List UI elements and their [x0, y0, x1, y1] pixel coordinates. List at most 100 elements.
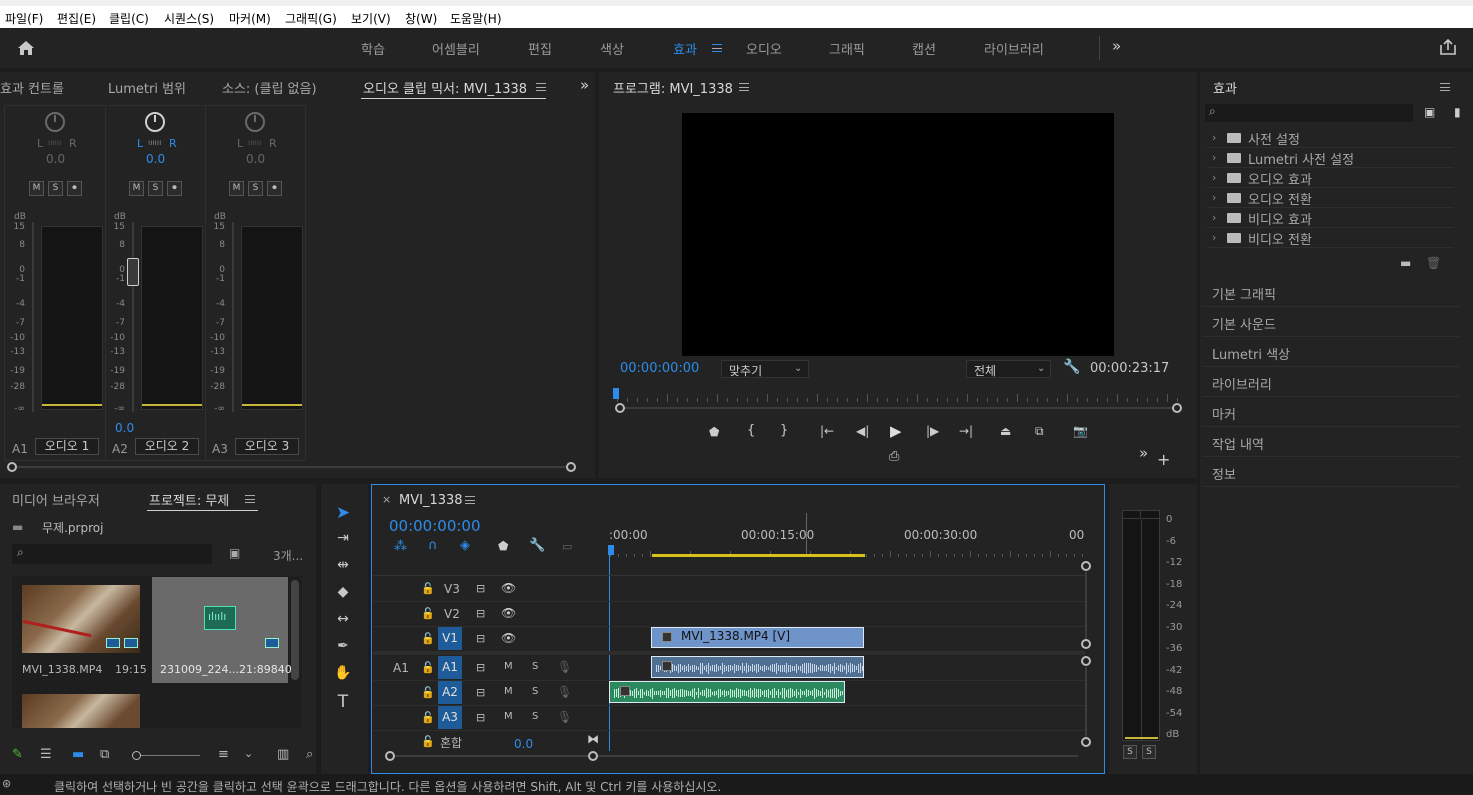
solo-button[interactable]: S: [48, 181, 63, 196]
menu-window[interactable]: 창(W): [405, 10, 437, 27]
workspace-learning[interactable]: 학습: [361, 39, 385, 58]
tab-project[interactable]: 프로젝트: 무제: [149, 490, 229, 509]
workspace-color[interactable]: 색상: [600, 39, 624, 58]
32bit-effects-icon[interactable]: ▮: [1454, 105, 1461, 119]
linked-selection-icon[interactable]: ◈: [460, 538, 470, 553]
lift-icon[interactable]: ⏏: [1000, 424, 1011, 438]
workspace-graphics[interactable]: 그래픽: [829, 39, 865, 58]
more-buttons-icon[interactable]: »: [1139, 444, 1148, 462]
solo-button[interactable]: S: [532, 711, 538, 722]
track-select-tool-icon[interactable]: ⇥: [330, 530, 356, 552]
workspace-captions[interactable]: 캡션: [912, 39, 936, 58]
project-search-input[interactable]: ⌕: [12, 544, 212, 564]
step-back-icon[interactable]: ◀|: [856, 424, 869, 438]
selection-tool-icon[interactable]: ➤: [330, 503, 356, 525]
vertical-zoom-handle[interactable]: [1081, 737, 1091, 747]
sync-lock-icon[interactable]: ⊟: [476, 582, 485, 595]
pencil-icon[interactable]: ✎: [12, 747, 23, 762]
add-marker-icon[interactable]: ⬟: [709, 425, 719, 439]
section-info[interactable]: 정보: [1202, 457, 1460, 487]
scroll-handle-right[interactable]: [566, 462, 576, 472]
vertical-zoom-handle[interactable]: [1081, 561, 1091, 571]
sequence-tab[interactable]: MVI_1338: [399, 493, 463, 508]
type-tool-icon[interactable]: T: [330, 692, 356, 714]
section-essential-sound[interactable]: 기본 사운드: [1202, 307, 1460, 337]
zoom-slider-handle[interactable]: [132, 751, 141, 760]
track-target-a3[interactable]: A3: [438, 706, 462, 729]
mark-in-icon[interactable]: {: [747, 423, 755, 438]
pan-knob-3[interactable]: [245, 112, 265, 132]
lock-icon[interactable]: 🔓: [421, 582, 435, 595]
more-workspaces-icon[interactable]: »: [1112, 37, 1121, 55]
mute-button[interactable]: M: [29, 181, 44, 196]
go-to-out-icon[interactable]: →|: [959, 424, 973, 438]
menu-sequence[interactable]: 시퀀스(S): [164, 10, 214, 27]
record-button[interactable]: ⏺: [67, 181, 82, 196]
horizontal-scrollbar[interactable]: [393, 755, 1078, 757]
new-bin-icon[interactable]: ▬: [1400, 256, 1411, 270]
track-target-a2[interactable]: A2: [438, 681, 462, 704]
effects-folder-video-transitions[interactable]: › 비디오 전환: [1207, 228, 1454, 248]
zoom-slider[interactable]: [136, 755, 200, 756]
microphone-icon[interactable]: 🎙: [557, 660, 572, 674]
hand-tool-icon[interactable]: ✋: [330, 665, 356, 687]
playhead[interactable]: [613, 388, 619, 399]
solo-button[interactable]: S: [248, 181, 263, 196]
workspace-editing[interactable]: 편집: [528, 39, 552, 58]
sync-lock-icon[interactable]: ⊟: [476, 686, 485, 699]
add-marker-icon[interactable]: ⬟: [498, 539, 508, 553]
menu-view[interactable]: 보기(V): [351, 10, 391, 27]
pen-tool-icon[interactable]: ✒: [330, 638, 356, 660]
workspace-audio[interactable]: 오디오: [746, 39, 782, 58]
vertical-scrollbar[interactable]: [291, 580, 299, 680]
freeform-view-icon[interactable]: ⧉: [100, 747, 109, 762]
mute-button[interactable]: M: [504, 661, 513, 672]
tab-audio-clip-mixer[interactable]: 오디오 클립 믹서: MVI_1338: [363, 78, 527, 97]
effects-folder-audio-transitions[interactable]: › 오디오 전환: [1207, 188, 1454, 208]
time-ruler[interactable]: [617, 388, 1178, 402]
panel-menu-icon[interactable]: [245, 495, 255, 503]
solo-button[interactable]: S: [532, 661, 538, 672]
section-essential-graphics[interactable]: 기본 그래픽: [1202, 277, 1460, 307]
accelerated-effects-icon[interactable]: ▣: [1424, 105, 1435, 119]
trash-icon[interactable]: 🗑: [1426, 256, 1441, 270]
playhead-handle[interactable]: [608, 545, 614, 555]
workspace-assembly[interactable]: 어셈블리: [432, 39, 480, 58]
razor-tool-icon[interactable]: ◆: [330, 584, 356, 606]
extract-icon[interactable]: ⧉: [1035, 424, 1044, 439]
panel-menu-icon[interactable]: [1440, 83, 1450, 91]
home-icon[interactable]: [17, 40, 35, 56]
workspace-libraries[interactable]: 라이브러리: [984, 39, 1044, 58]
sync-lock-icon[interactable]: ⊟: [476, 632, 485, 645]
effects-folder-presets[interactable]: › 사전 설정: [1207, 128, 1454, 148]
vertical-zoom-handle[interactable]: [1081, 639, 1091, 649]
sort-icon[interactable]: ≡: [218, 747, 229, 762]
horizontal-scrollbar[interactable]: [12, 466, 572, 468]
snap-icon[interactable]: ∩: [428, 538, 438, 553]
timeline-timecode[interactable]: 00:00:00:00: [389, 517, 481, 535]
program-monitor-title[interactable]: 프로그램: MVI_1338: [613, 78, 733, 97]
panel-menu-icon[interactable]: [465, 496, 475, 504]
share-icon[interactable]: [1439, 38, 1457, 56]
mark-out-icon[interactable]: }: [780, 423, 788, 438]
lock-icon[interactable]: 🔓: [421, 686, 435, 699]
panel-menu-icon[interactable]: [739, 83, 749, 91]
export-frame-icon[interactable]: ⎙: [889, 449, 899, 464]
clip-thumbnail-video[interactable]: [22, 694, 140, 728]
close-icon[interactable]: ×: [382, 493, 391, 506]
scroll-handle-left[interactable]: [7, 462, 17, 472]
captions-icon[interactable]: ▭: [562, 540, 572, 553]
workspace-menu-icon[interactable]: [712, 44, 722, 52]
microphone-icon[interactable]: 🎙: [557, 685, 572, 699]
vertical-scrollbar[interactable]: [1085, 572, 1087, 640]
tab-lumetri-scopes[interactable]: Lumetri 범위: [108, 78, 186, 97]
camera-icon[interactable]: 📷: [1073, 424, 1088, 438]
slip-tool-icon[interactable]: ↔: [330, 611, 356, 633]
eye-icon[interactable]: 👁: [501, 606, 516, 620]
zoom-handle-left[interactable]: [615, 403, 625, 413]
mute-button[interactable]: M: [229, 181, 244, 196]
more-panels-icon[interactable]: »: [580, 76, 589, 94]
effects-folder-lumetri-presets[interactable]: › Lumetri 사전 설정: [1207, 148, 1454, 168]
section-libraries[interactable]: 라이브러리: [1202, 367, 1460, 397]
work-area-bar[interactable]: [652, 554, 865, 557]
